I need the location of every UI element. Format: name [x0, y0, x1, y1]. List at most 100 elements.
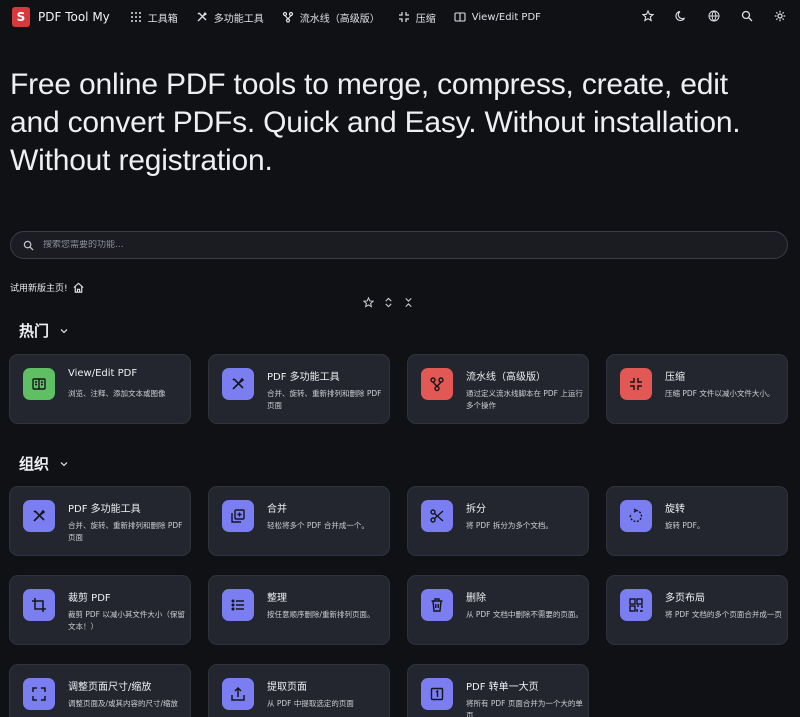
- nav-item-view-edit[interactable]: View/Edit PDF: [454, 11, 541, 23]
- scissors-icon: [430, 509, 444, 523]
- nav-item-label: 多功能工具: [213, 13, 264, 25]
- pipeline-icon: [282, 11, 293, 23]
- expand-icon[interactable]: [383, 297, 394, 308]
- tool-card-delete[interactable]: 删除 从 PDF 文档中删除不需要的页面。: [407, 575, 589, 645]
- compress-icon: [398, 12, 409, 22]
- card-title: PDF 多功能工具: [68, 504, 141, 515]
- card-icon-bg: [421, 589, 453, 621]
- compress-icon: [630, 378, 642, 390]
- nav-item-label: 压缩: [415, 13, 436, 25]
- grid-icon: [130, 12, 141, 22]
- layout-icon: [629, 598, 643, 612]
- card-title: 流水线（高级版）: [466, 372, 546, 383]
- tool-card-single-large-page[interactable]: PDF 转单一大页 将所有 PDF 页面合并为一个大的单页: [407, 664, 589, 717]
- view-controls: [363, 297, 414, 308]
- card-description: 将所有 PDF 页面合并为一个大的单页: [466, 699, 583, 717]
- rotate-icon: [629, 508, 643, 523]
- card-description: 压缩 PDF 文件以减小文件大小。: [665, 389, 775, 398]
- nav-item-compress[interactable]: 压缩: [398, 10, 436, 25]
- card-title: 提取页面: [267, 682, 307, 693]
- nav-item-pipeline[interactable]: 流水线（高级版）: [282, 10, 380, 25]
- card-description: 按任意顺序删除/重新排列页面。: [267, 610, 375, 619]
- tool-card-scale[interactable]: 调整页面尺寸/缩放 调整页面及/或其内容的尺寸/缩放: [9, 664, 191, 717]
- card-description: 合并、旋转、重新排列和删除 PDF 页面: [68, 521, 183, 542]
- nav-item-toolbox[interactable]: 工具箱: [130, 10, 178, 25]
- card-icon-bg: [421, 678, 453, 710]
- card-title: PDF 多功能工具: [267, 372, 340, 383]
- collapse-icon[interactable]: [403, 297, 414, 308]
- tool-card-view-edit[interactable]: View/Edit PDF 浏览、注释、添加文本或图像: [9, 354, 191, 424]
- section-organize-header[interactable]: 组织: [19, 453, 69, 474]
- list-icon: [231, 599, 244, 611]
- card-description: 浏览、注释、添加文本或图像: [68, 389, 166, 398]
- try-new-homepage[interactable]: 试用新版主页!: [10, 281, 85, 294]
- gear-icon[interactable]: [774, 10, 788, 24]
- nav-item-multitool[interactable]: 多功能工具: [196, 10, 264, 25]
- search-bar: [10, 231, 788, 259]
- tool-card-split[interactable]: 拆分 将 PDF 拆分为多个文档。: [407, 486, 589, 556]
- nav-item-label: 工具箱: [147, 13, 178, 25]
- chevron-down-icon: [60, 328, 68, 333]
- card-title: 拆分: [466, 504, 486, 515]
- card-title: 多页布局: [665, 593, 705, 604]
- card-description: 合并、旋转、重新排列和删除 PDF 页面: [267, 389, 382, 410]
- hero-line: Without registration.: [10, 144, 273, 177]
- globe-icon[interactable]: [708, 10, 722, 24]
- tool-card-multitool-organize[interactable]: PDF 多功能工具 合并、旋转、重新排列和删除 PDF 页面: [9, 486, 191, 556]
- logo[interactable]: S: [12, 7, 30, 27]
- star-icon[interactable]: [363, 297, 374, 308]
- section-title: 组织: [19, 455, 50, 473]
- single-page-icon: [430, 687, 444, 701]
- section-popular-header[interactable]: 热门: [19, 320, 69, 341]
- card-description: 将 PDF 文档的多个页面合并成一页: [665, 610, 782, 619]
- card-description: 调整页面及/或其内容的尺寸/缩放: [68, 699, 179, 708]
- card-icon-bg: [222, 368, 254, 400]
- tool-card-multi-page-layout[interactable]: 多页布局 将 PDF 文档的多个页面合并成一页: [606, 575, 788, 645]
- hero-heading: Free online PDF tools to merge, compress…: [10, 66, 790, 180]
- card-icon-bg: [222, 678, 254, 710]
- search-icon: [23, 240, 34, 251]
- home-icon: [73, 282, 84, 293]
- card-icon-bg: [222, 589, 254, 621]
- section-title: 热门: [19, 322, 50, 340]
- tool-card-crop[interactable]: 裁剪 PDF 裁剪 PDF 以减小其文件大小（保留文本！）: [9, 575, 191, 645]
- card-title: 压缩: [665, 372, 685, 383]
- pipeline-icon: [430, 377, 444, 392]
- card-icon-bg: [222, 500, 254, 532]
- card-icon-bg: [620, 500, 652, 532]
- nav-item-label: 流水线（高级版）: [299, 13, 380, 25]
- tool-card-merge[interactable]: 合并 轻松将多个 PDF 合并成一个。: [208, 486, 390, 556]
- book-icon: [454, 12, 466, 22]
- scale-icon: [32, 687, 46, 701]
- tool-card-extract-pages[interactable]: 提取页面 从 PDF 中提取选定的页面: [208, 664, 390, 717]
- tools-icon: [232, 377, 245, 390]
- search-icon[interactable]: [741, 10, 755, 24]
- tool-card-multitool[interactable]: PDF 多功能工具 合并、旋转、重新排列和删除 PDF 页面: [208, 354, 390, 424]
- card-title: PDF 转单一大页: [466, 682, 539, 693]
- moon-icon[interactable]: [675, 10, 689, 24]
- try-new-label: 试用新版主页!: [10, 284, 68, 294]
- hero-line: and convert PDFs. Quick and Easy. Withou…: [10, 106, 741, 139]
- card-icon-bg: [23, 500, 55, 532]
- crop-icon: [32, 598, 46, 612]
- card-icon-bg: [23, 589, 55, 621]
- tool-card-rotate[interactable]: 旋转 旋转 PDF。: [606, 486, 788, 556]
- tools-icon: [197, 11, 207, 22]
- card-icon-bg: [620, 368, 652, 400]
- tool-card-organize[interactable]: 整理 按任意顺序删除/重新排列页面。: [208, 575, 390, 645]
- logo-letter: S: [16, 10, 26, 24]
- merge-icon: [231, 509, 245, 523]
- tool-card-compress[interactable]: 压缩 压缩 PDF 文件以减小文件大小。: [606, 354, 788, 424]
- star-icon[interactable]: [642, 10, 656, 24]
- card-description: 旋转 PDF。: [665, 521, 705, 530]
- search-input[interactable]: [43, 240, 743, 250]
- tool-card-pipeline[interactable]: 流水线（高级版） 通过定义流水线脚本在 PDF 上运行多个操作: [407, 354, 589, 424]
- nav-item-label: View/Edit PDF: [471, 11, 541, 23]
- card-description: 通过定义流水线脚本在 PDF 上运行多个操作: [466, 389, 583, 410]
- brand-name[interactable]: PDF Tool My: [38, 10, 110, 24]
- card-description: 从 PDF 文档中删除不需要的页面。: [466, 610, 583, 619]
- trash-icon: [431, 598, 443, 612]
- extract-icon: [231, 686, 245, 701]
- card-icon-bg: [23, 368, 55, 400]
- card-title: 调整页面尺寸/缩放: [68, 682, 152, 693]
